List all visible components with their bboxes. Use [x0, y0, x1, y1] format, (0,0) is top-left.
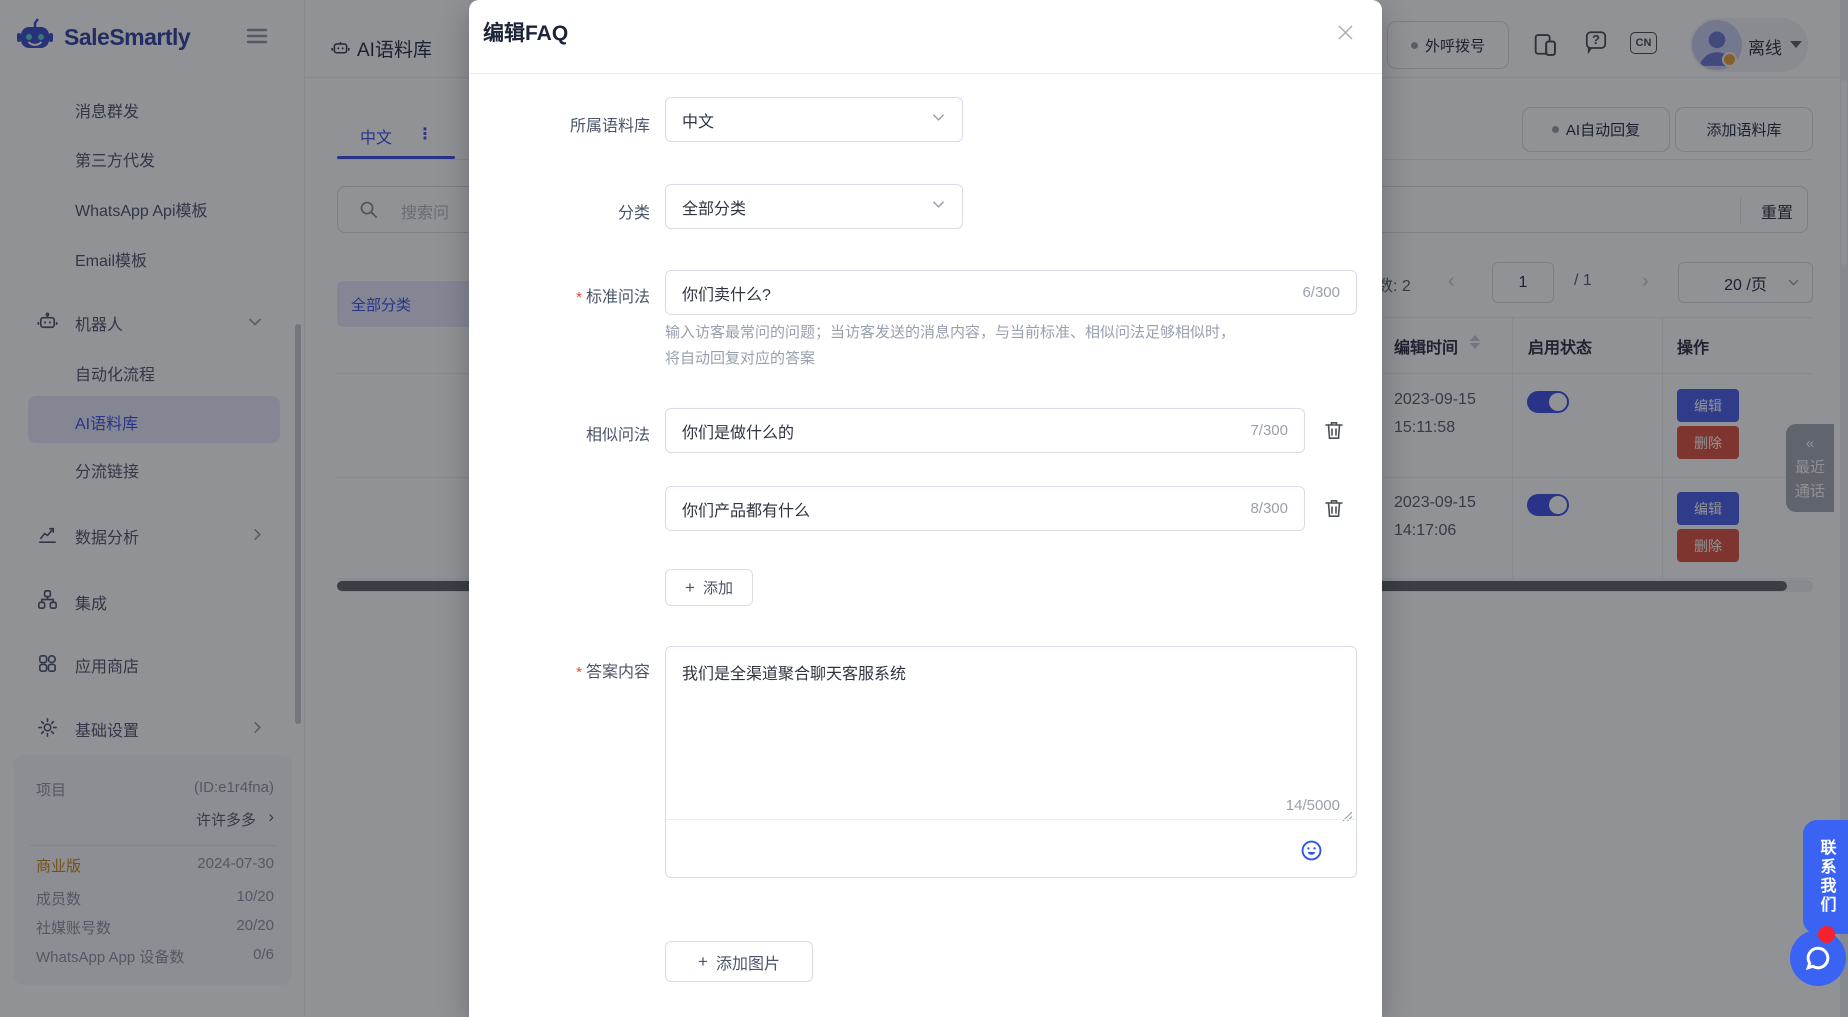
field-label-similar: 相似问法 — [475, 421, 650, 445]
chevron-down-icon — [931, 197, 946, 217]
similar-input-2[interactable]: 你们产品都有什么 8/300 — [665, 486, 1305, 531]
app-screen: SaleSmartly 消息群发 第三方代发 WhatsApp Api模板 Em… — [0, 0, 1848, 1017]
question-counter: 6/300 — [1302, 284, 1340, 301]
contact-us-label: 联系我们 — [1814, 839, 1838, 915]
similar-2-value: 你们产品都有什么 — [682, 497, 810, 521]
trash-icon[interactable] — [1322, 496, 1346, 525]
similar-1-value: 你们是做什么的 — [682, 419, 794, 443]
question-hint-line2: 将自动回复对应的答案 — [665, 346, 815, 372]
field-label-corpus: 所属语料库 — [475, 112, 650, 136]
similar-2-counter: 8/300 — [1250, 500, 1288, 517]
add-image-button[interactable]: + 添加图片 — [665, 941, 813, 982]
plus-icon: + — [685, 578, 695, 598]
required-mark: * — [576, 664, 582, 681]
question-value: 你们卖什么? — [682, 281, 771, 305]
category-select[interactable]: 全部分类 — [665, 184, 963, 229]
answer-toolbar-divider — [666, 819, 1356, 820]
add-similar-button[interactable]: + 添加 — [665, 569, 753, 606]
question-hint-line1: 输入访客最常问的问题；当访客发送的消息内容，与当前标准、相似问法足够相似时， — [665, 320, 1235, 346]
field-label-category: 分类 — [475, 199, 650, 223]
question-input[interactable]: 你们卖什么? 6/300 — [665, 270, 1357, 315]
required-mark: * — [576, 289, 582, 306]
resize-handle[interactable] — [1342, 809, 1353, 827]
edit-faq-modal: 编辑FAQ 所属语料库 中文 分类 全部分类 *标准问法 你们卖什么? 6/30… — [469, 0, 1382, 1017]
notification-dot — [1818, 926, 1835, 943]
emoji-icon[interactable] — [1299, 838, 1324, 868]
similar-input-1[interactable]: 你们是做什么的 7/300 — [665, 408, 1305, 453]
answer-label-text: 答案内容 — [586, 664, 650, 681]
modal-header-divider — [469, 73, 1382, 74]
contact-us-tab[interactable]: 联系我们 — [1803, 820, 1848, 934]
corpus-select[interactable]: 中文 — [665, 97, 963, 142]
field-label-answer: *答案内容 — [475, 658, 650, 682]
add-image-label: 添加图片 — [716, 950, 780, 974]
chevron-down-icon — [931, 110, 946, 130]
modal-title: 编辑FAQ — [483, 17, 568, 47]
add-similar-label: 添加 — [703, 577, 733, 598]
field-label-question: *标准问法 — [475, 283, 650, 307]
close-icon[interactable] — [1335, 22, 1356, 48]
similar-1-counter: 7/300 — [1250, 422, 1288, 439]
answer-counter: 14/5000 — [1286, 797, 1340, 814]
trash-icon[interactable] — [1322, 418, 1346, 447]
category-select-value: 全部分类 — [682, 195, 746, 219]
answer-editor: 我们是全渠道聚合聊天客服系统 14/5000 — [665, 646, 1357, 878]
question-label-text: 标准问法 — [586, 289, 650, 306]
plus-icon: + — [698, 952, 708, 972]
chat-bubble-icon — [1803, 943, 1833, 973]
answer-textarea[interactable]: 我们是全渠道聚合聊天客服系统 — [682, 660, 906, 684]
corpus-select-value: 中文 — [682, 108, 714, 132]
